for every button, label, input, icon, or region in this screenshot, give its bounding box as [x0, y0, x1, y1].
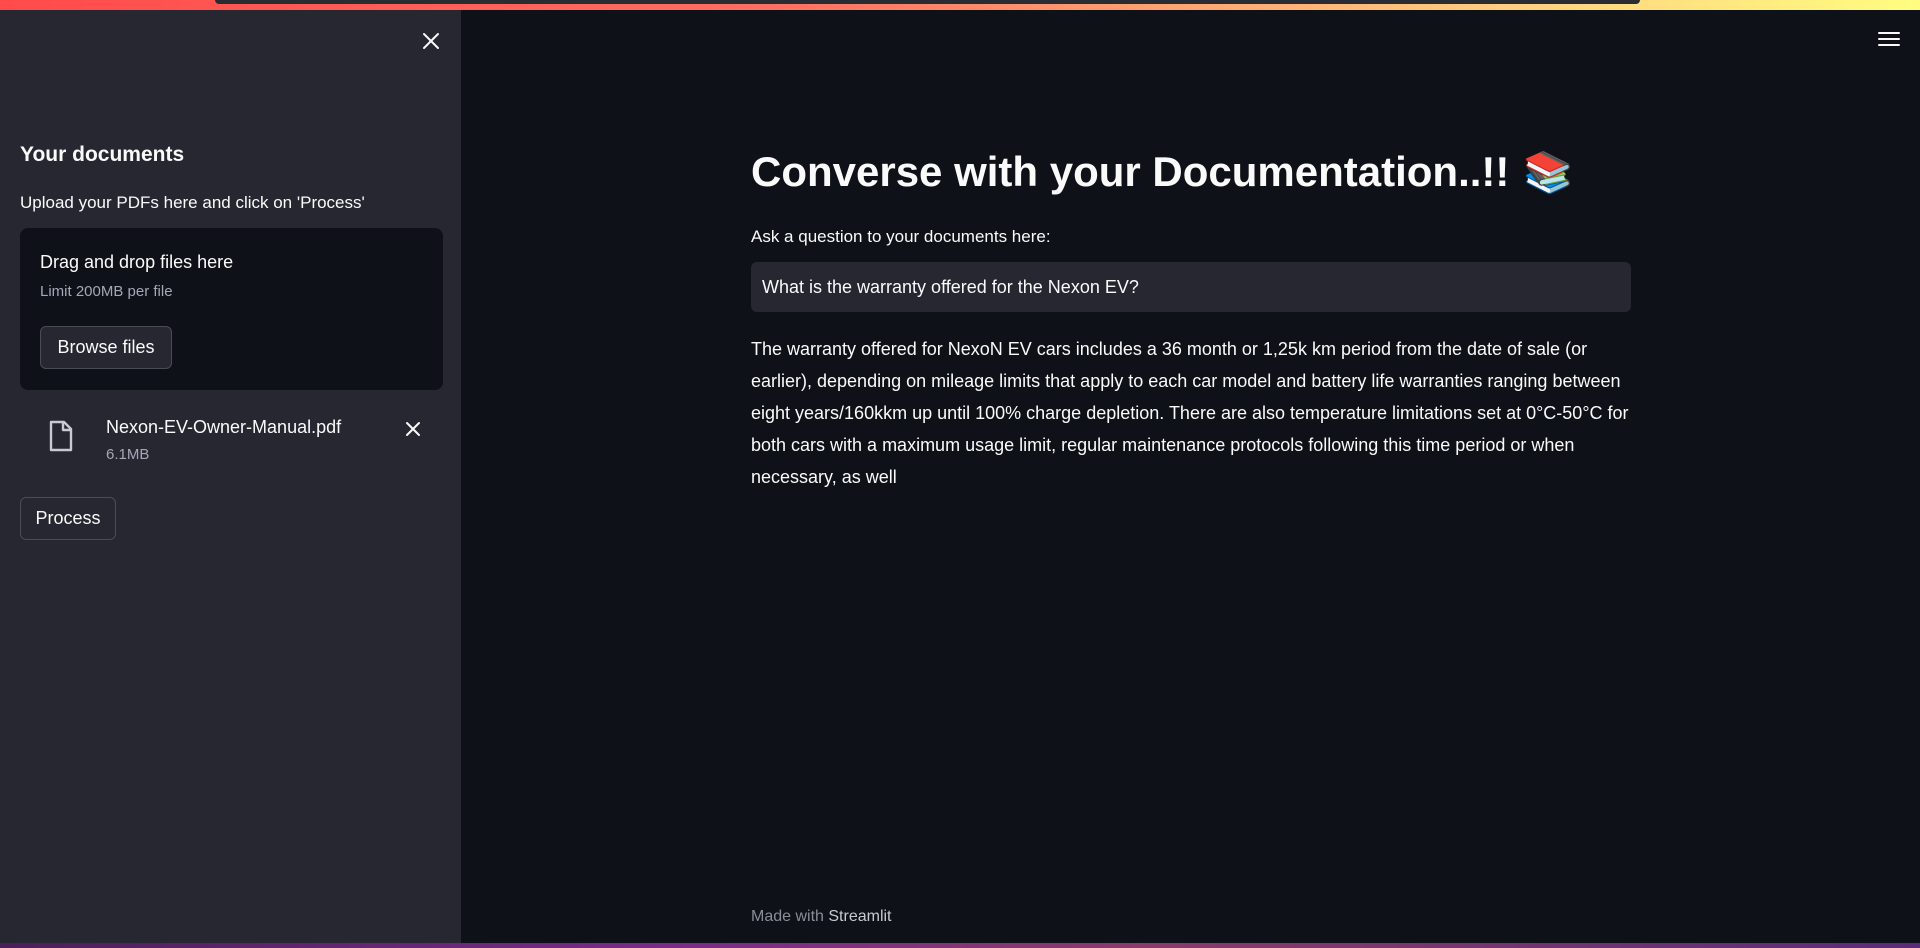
page-title-text: Converse with your Documentation..!!: [751, 148, 1510, 195]
books-icon: 📚: [1523, 150, 1574, 195]
close-icon: [406, 422, 420, 436]
file-dropzone[interactable]: Drag and drop files here Limit 200MB per…: [20, 228, 443, 390]
answer-text: The warranty offered for NexoN EV cars i…: [751, 339, 1629, 487]
footer-prefix: Made with: [751, 908, 824, 925]
uploaded-file-size: 6.1MB: [106, 446, 150, 463]
dropzone-title: Drag and drop files here: [40, 252, 234, 272]
question-input[interactable]: [751, 262, 1631, 312]
top-decoration-tab: [215, 0, 1640, 4]
uploaded-file-item: Nexon-EV-Owner-Manual.pdf 6.1MB: [20, 402, 443, 472]
sidebar-close-button[interactable]: [418, 28, 444, 54]
question-label: Ask a question to your documents here:: [751, 227, 1051, 246]
file-icon: [49, 420, 73, 452]
uploaded-file-name: Nexon-EV-Owner-Manual.pdf: [106, 417, 342, 437]
sidebar-heading: Your documents: [20, 143, 185, 166]
dropzone-limit: Limit 200MB per file: [40, 283, 173, 300]
main-menu-button[interactable]: [1874, 26, 1904, 52]
remove-file-button[interactable]: [400, 416, 426, 442]
hamburger-menu-icon: [1878, 32, 1900, 46]
close-icon: [423, 33, 439, 49]
sidebar: Your documents Upload your PDFs here and…: [0, 10, 461, 943]
page-title: Converse with your Documentation..!! 📚: [751, 148, 1573, 196]
sidebar-hint: Upload your PDFs here and click on 'Proc…: [20, 193, 365, 212]
footer: Made with Streamlit: [751, 908, 892, 926]
process-button[interactable]: Process: [20, 497, 116, 540]
browse-files-button[interactable]: Browse files: [40, 326, 172, 369]
bottom-decoration-bar: [0, 943, 1920, 948]
streamlit-link[interactable]: Streamlit: [828, 908, 891, 925]
